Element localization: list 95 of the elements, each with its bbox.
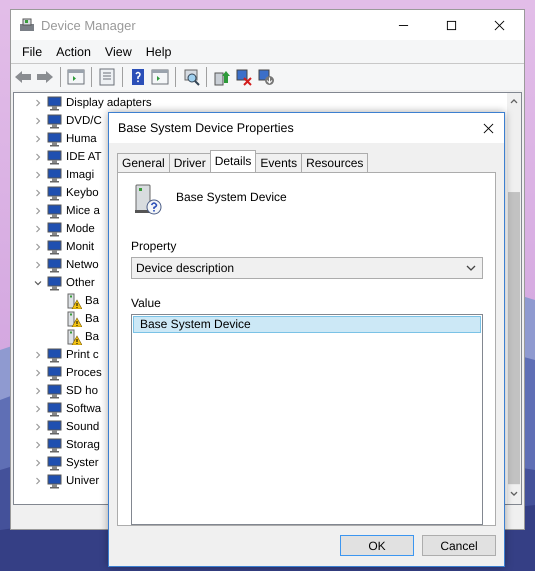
scan-icon[interactable]	[182, 68, 200, 86]
forward-arrow-icon[interactable]	[36, 68, 54, 86]
device-icon	[47, 473, 63, 489]
device-icon	[47, 383, 63, 399]
tree-item[interactable]: Sound	[66, 421, 100, 433]
device-icon	[47, 365, 63, 381]
tree-item[interactable]: Softwa	[66, 403, 102, 415]
device-icon	[47, 95, 63, 111]
properties-icon[interactable]	[98, 68, 116, 86]
tree-item[interactable]: Mice a	[66, 205, 100, 217]
tree-item[interactable]: SD ho	[66, 385, 98, 397]
device-icon	[47, 239, 63, 255]
window-title: Device Manager	[41, 18, 137, 32]
tree-item[interactable]: Ba	[85, 295, 100, 307]
collapse-chevron-icon[interactable]	[34, 279, 42, 287]
tree-item[interactable]: Display adapters	[66, 97, 152, 109]
device-icon	[47, 131, 63, 147]
tree-item[interactable]: Mode	[66, 223, 95, 235]
device-icon	[47, 455, 63, 471]
expand-chevron-icon[interactable]	[34, 351, 42, 359]
expand-chevron-icon[interactable]	[34, 225, 42, 233]
tree-item[interactable]: DVD/C	[66, 115, 102, 127]
tree-item[interactable]: Keybo	[66, 187, 99, 199]
expand-chevron-icon[interactable]	[34, 207, 42, 215]
close-icon[interactable]	[483, 122, 494, 134]
device-icon	[47, 275, 63, 291]
pane-icon[interactable]	[67, 68, 85, 86]
list-item[interactable]: Base System Device	[133, 316, 481, 333]
expand-chevron-icon[interactable]	[34, 99, 42, 107]
expand-chevron-icon[interactable]	[34, 261, 42, 269]
tree-item[interactable]: Imagi	[66, 169, 94, 181]
tree-item[interactable]: Monit	[66, 241, 94, 253]
menu-item[interactable]: View	[98, 44, 139, 58]
close-icon[interactable]	[494, 20, 505, 30]
device-icon	[47, 149, 63, 165]
expand-chevron-icon[interactable]	[34, 405, 42, 413]
expand-chevron-icon[interactable]	[34, 477, 42, 485]
caret-icon	[466, 265, 476, 271]
uninstall-icon[interactable]	[235, 68, 253, 86]
warning-device-icon	[66, 311, 82, 327]
tree-item[interactable]: Ba	[85, 331, 100, 343]
device-icon	[47, 257, 63, 273]
value-label: Value	[131, 296, 162, 310]
device-name: Base System Device	[176, 190, 287, 204]
warning-device-icon	[66, 293, 82, 309]
expand-chevron-icon[interactable]	[34, 369, 42, 377]
menu-item[interactable]: File	[15, 44, 50, 58]
tree-item[interactable]: Huma	[66, 133, 97, 145]
expand-chevron-icon[interactable]	[34, 189, 42, 197]
computer-icon	[19, 17, 35, 33]
menu-item[interactable]: Action	[49, 44, 98, 58]
property-label: Property	[131, 239, 178, 253]
tree-item[interactable]: IDE AT	[66, 151, 102, 163]
device-icon	[47, 347, 63, 363]
property-dropdown[interactable]: Device description	[131, 257, 483, 279]
expand-chevron-icon[interactable]	[34, 117, 42, 125]
expand-chevron-icon[interactable]	[34, 459, 42, 467]
device-icon	[47, 185, 63, 201]
tab[interactable]: Details	[210, 150, 256, 172]
tree-item[interactable]: Storag	[66, 439, 100, 451]
device-icon	[47, 113, 63, 129]
maximize-icon[interactable]	[446, 20, 457, 30]
device-icon	[47, 419, 63, 435]
device-icon	[47, 167, 63, 183]
device-icon	[47, 221, 63, 237]
tree-item[interactable]: Print c	[66, 349, 99, 361]
device-icon	[47, 437, 63, 453]
expand-chevron-icon[interactable]	[34, 387, 42, 395]
back-arrow-icon[interactable]	[14, 68, 32, 86]
menu-item[interactable]: Help	[138, 44, 178, 58]
scrollbar[interactable]	[507, 93, 521, 504]
warning-device-icon	[66, 329, 82, 345]
disable-icon[interactable]	[257, 68, 275, 86]
expand-chevron-icon[interactable]	[34, 135, 42, 143]
device-icon	[47, 401, 63, 417]
cancel-button[interactable]: Cancel	[422, 535, 496, 556]
help-icon[interactable]	[129, 68, 147, 86]
tree-item[interactable]: Other	[66, 277, 95, 289]
dialog-title: Base System Device Properties	[118, 121, 295, 135]
expand-chevron-icon[interactable]	[34, 423, 42, 431]
tree-item[interactable]: Proces	[66, 367, 102, 379]
device-icon	[47, 203, 63, 219]
ok-button[interactable]: OK	[340, 535, 414, 556]
tab[interactable]: Resources	[301, 153, 368, 172]
expand-chevron-icon[interactable]	[34, 171, 42, 179]
tree-item[interactable]: Univer	[66, 475, 100, 487]
expand-chevron-icon[interactable]	[34, 153, 42, 161]
tree-item[interactable]: Syster	[66, 457, 99, 469]
tree-item[interactable]: Ba	[85, 313, 100, 325]
expand-chevron-icon[interactable]	[34, 243, 42, 251]
value-list[interactable]: Base System Device	[131, 314, 483, 525]
tree-item[interactable]: Netwo	[66, 259, 99, 271]
expand-chevron-icon[interactable]	[34, 441, 42, 449]
tab[interactable]: General	[117, 153, 170, 172]
pane-icon[interactable]	[151, 68, 169, 86]
